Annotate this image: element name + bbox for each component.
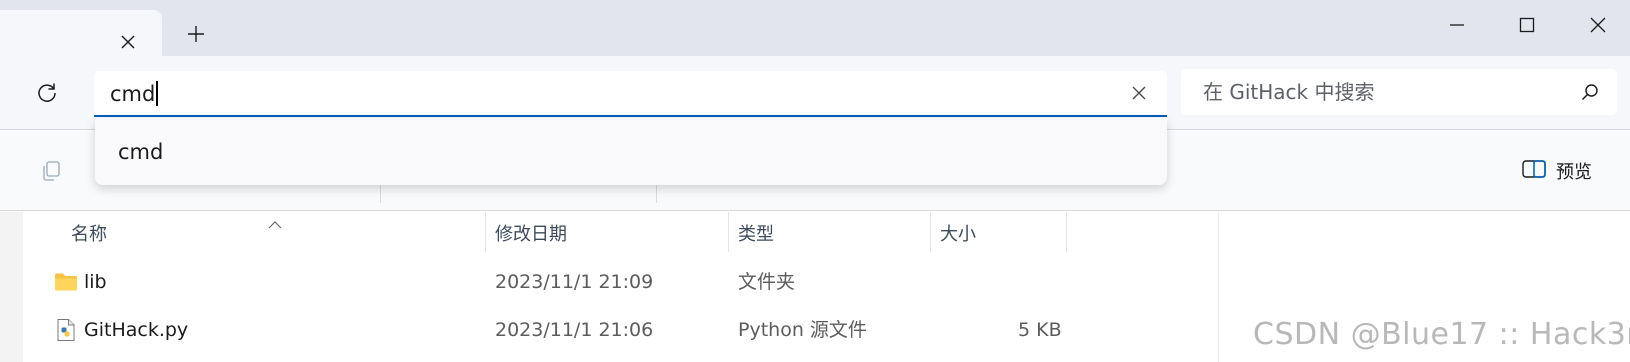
column-header-size[interactable]: 大小 xyxy=(940,223,976,247)
file-modified: 2023/11/1 21:09 xyxy=(495,271,654,293)
text-caret xyxy=(156,81,159,106)
address-bar-text: cmd xyxy=(110,81,159,107)
refresh-icon[interactable] xyxy=(34,80,60,106)
file-size: 5 KB xyxy=(1018,319,1062,341)
file-name: GitHack.py xyxy=(84,319,189,341)
column-divider[interactable] xyxy=(1066,212,1067,252)
search-box[interactable]: 在 GitHack 中搜索 xyxy=(1181,69,1617,115)
python-file-icon xyxy=(54,318,78,342)
active-tab[interactable] xyxy=(0,10,162,56)
search-icon[interactable] xyxy=(1581,83,1599,101)
column-header-modified[interactable]: 修改日期 xyxy=(495,223,567,247)
search-placeholder: 在 GitHack 中搜索 xyxy=(1203,80,1375,104)
column-header-name[interactable]: 名称 xyxy=(71,223,107,247)
preview-pane-icon xyxy=(1522,159,1546,183)
minimize-icon[interactable] xyxy=(1434,10,1480,40)
navigation-pane-edge xyxy=(0,212,23,362)
preview-label: 预览 xyxy=(1556,162,1592,183)
file-list: 名称 修改日期 类型 大小 lib 2023/11/1 21:09 文件夹 Gi… xyxy=(0,212,1630,362)
address-bar-input[interactable]: cmd xyxy=(94,71,1167,117)
column-divider[interactable] xyxy=(728,212,729,252)
clear-address-icon[interactable] xyxy=(1131,85,1147,101)
preview-pane-button[interactable]: 预览 xyxy=(1522,157,1592,185)
title-bar xyxy=(0,0,1630,56)
column-header-type[interactable]: 类型 xyxy=(738,223,774,247)
file-type: Python 源文件 xyxy=(738,319,867,341)
file-type: 文件夹 xyxy=(738,271,796,293)
autocomplete-suggestion[interactable]: cmd xyxy=(118,139,163,165)
maximize-icon[interactable] xyxy=(1504,10,1550,40)
close-window-icon[interactable] xyxy=(1575,10,1621,40)
column-divider[interactable] xyxy=(485,212,486,252)
sort-ascending-icon xyxy=(268,214,282,229)
column-divider[interactable] xyxy=(930,212,931,252)
file-row-lib[interactable]: lib 2023/11/1 21:09 文件夹 xyxy=(24,260,1064,306)
details-pane-divider xyxy=(1218,212,1219,362)
csdn-watermark: CSDN @Blue17 :: Hack3rX xyxy=(1253,317,1630,352)
close-tab-icon[interactable] xyxy=(120,34,136,50)
address-autocomplete-dropdown: cmd xyxy=(95,118,1167,185)
copy-icon[interactable] xyxy=(40,160,62,182)
file-row-githack-py[interactable]: GitHack.py 2023/11/1 21:06 Python 源文件 5 … xyxy=(24,308,1064,354)
new-tab-plus-icon[interactable] xyxy=(186,24,206,44)
file-name: lib xyxy=(84,271,107,293)
file-modified: 2023/11/1 21:06 xyxy=(495,319,654,341)
folder-icon xyxy=(54,270,78,294)
